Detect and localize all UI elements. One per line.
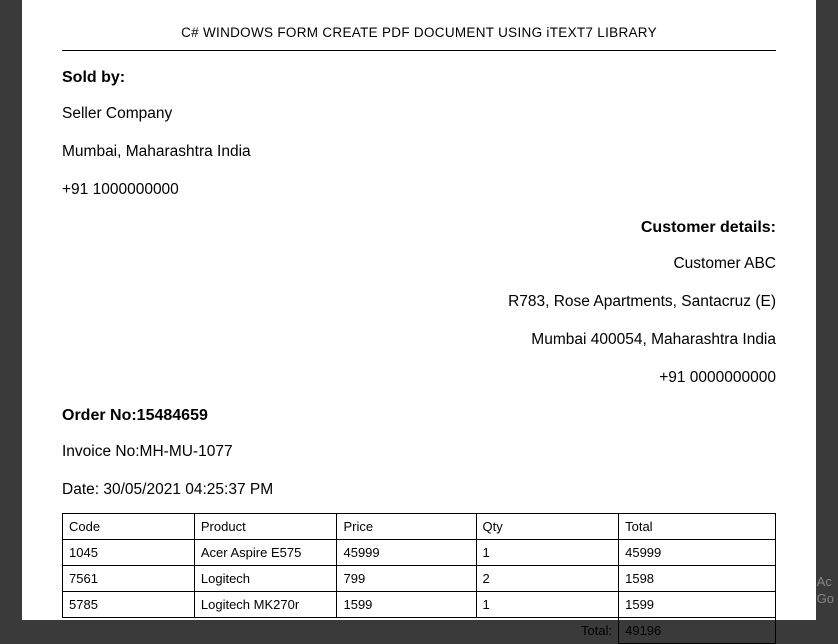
cell-total: 45999 bbox=[619, 540, 776, 566]
items-table: Code Product Price Qty Total 1045 Acer A… bbox=[62, 513, 776, 644]
date-line: Date: 30/05/2021 04:25:37 PM bbox=[62, 481, 776, 499]
table-row: 5785 Logitech MK270r 1599 1 1599 bbox=[63, 592, 776, 618]
cell-code: 1045 bbox=[63, 540, 195, 566]
invoice-no-label: Invoice No: bbox=[62, 443, 140, 460]
customer-block: Customer details: Customer ABC R783, Ros… bbox=[62, 219, 776, 387]
order-no: Order No:15484659 bbox=[62, 407, 776, 425]
cell-price: 45999 bbox=[337, 540, 476, 566]
cell-code: 5785 bbox=[63, 592, 195, 618]
pdf-page: C# WINDOWS FORM CREATE PDF DOCUMENT USIN… bbox=[22, 0, 816, 620]
invoice-no-value: MH-MU-1077 bbox=[140, 443, 233, 460]
document-title: C# WINDOWS FORM CREATE PDF DOCUMENT USIN… bbox=[62, 25, 776, 40]
invoice-no: Invoice No:MH-MU-1077 bbox=[62, 443, 776, 461]
cell-code: 7561 bbox=[63, 566, 195, 592]
order-no-value: 15484659 bbox=[137, 407, 208, 424]
cell-qty: 2 bbox=[476, 566, 619, 592]
col-header-product: Product bbox=[194, 514, 337, 540]
col-header-qty: Qty bbox=[476, 514, 619, 540]
order-no-label: Order No: bbox=[62, 407, 137, 424]
col-header-total: Total bbox=[619, 514, 776, 540]
cell-qty: 1 bbox=[476, 540, 619, 566]
table-total-row: Total: 49196 bbox=[63, 618, 776, 644]
cell-product: Acer Aspire E575 bbox=[194, 540, 337, 566]
seller-company: Seller Company bbox=[62, 105, 776, 123]
watermark: Ac Go bbox=[817, 574, 834, 608]
cell-qty: 1 bbox=[476, 592, 619, 618]
sold-by-label: Sold by: bbox=[62, 69, 776, 87]
customer-address-2: Mumbai 400054, Maharashtra India bbox=[62, 331, 776, 349]
cell-price: 1599 bbox=[337, 592, 476, 618]
watermark-line-2: Go bbox=[817, 591, 834, 608]
seller-phone: +91 1000000000 bbox=[62, 181, 776, 199]
col-header-price: Price bbox=[337, 514, 476, 540]
watermark-line-1: Ac bbox=[817, 574, 834, 591]
date-value: 30/05/2021 04:25:37 PM bbox=[103, 481, 273, 498]
title-divider bbox=[62, 50, 776, 51]
table-total-value: 49196 bbox=[619, 618, 776, 644]
cell-total: 1599 bbox=[619, 592, 776, 618]
customer-details-label: Customer details: bbox=[62, 219, 776, 237]
table-total-label: Total: bbox=[63, 618, 619, 644]
table-header-row: Code Product Price Qty Total bbox=[63, 514, 776, 540]
table-row: 1045 Acer Aspire E575 45999 1 45999 bbox=[63, 540, 776, 566]
customer-address-1: R783, Rose Apartments, Santacruz (E) bbox=[62, 293, 776, 311]
date-label: Date: bbox=[62, 481, 103, 498]
seller-address: Mumbai, Maharashtra India bbox=[62, 143, 776, 161]
customer-phone: +91 0000000000 bbox=[62, 369, 776, 387]
cell-product: Logitech MK270r bbox=[194, 592, 337, 618]
table-row: 7561 Logitech 799 2 1598 bbox=[63, 566, 776, 592]
cell-total: 1598 bbox=[619, 566, 776, 592]
col-header-code: Code bbox=[63, 514, 195, 540]
cell-product: Logitech bbox=[194, 566, 337, 592]
cell-price: 799 bbox=[337, 566, 476, 592]
customer-name: Customer ABC bbox=[62, 255, 776, 273]
